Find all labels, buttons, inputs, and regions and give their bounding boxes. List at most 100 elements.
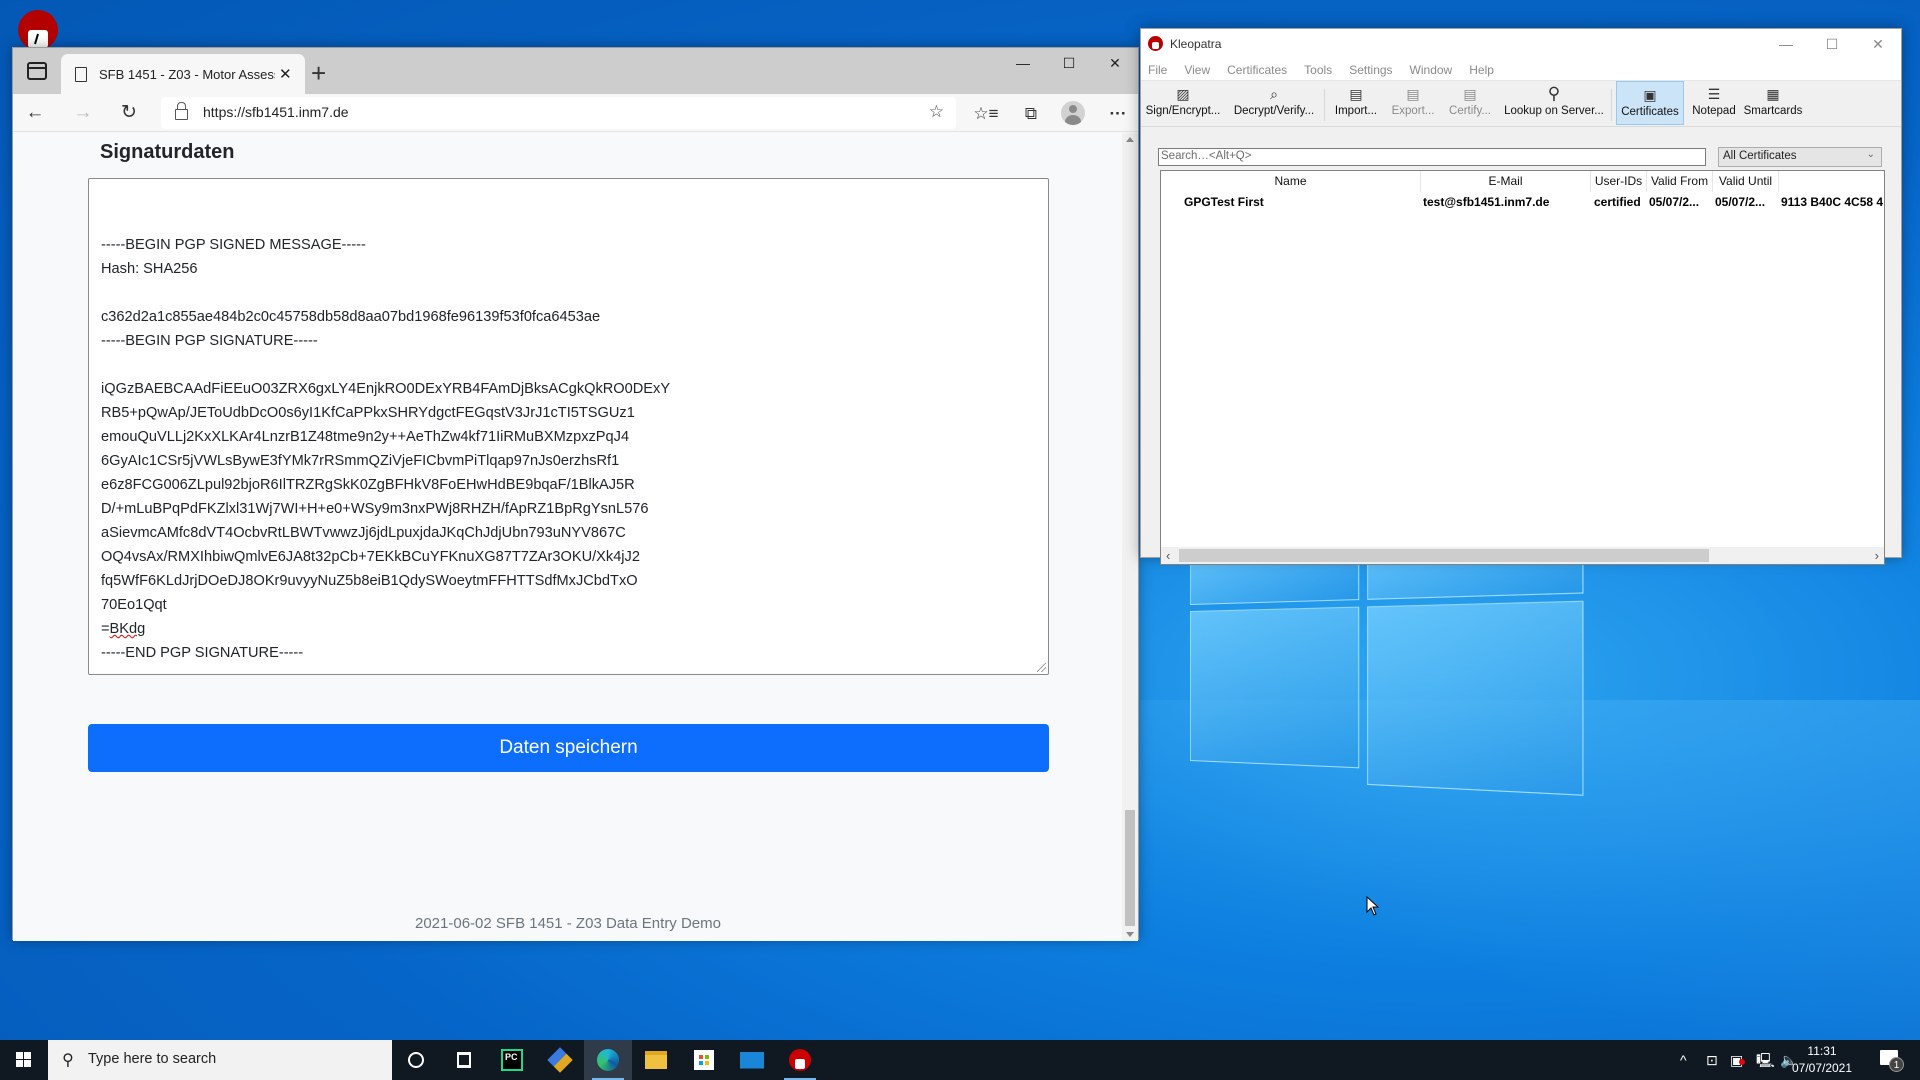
kleopatra-taskbar-app[interactable] [776,1040,824,1080]
filter-selected: All Certificates [1723,150,1797,162]
page-icon [75,66,87,82]
scroll-down-arrow[interactable] [1126,932,1134,937]
tab-close-icon[interactable]: ✕ [279,65,292,83]
menu-window[interactable]: Window [1408,59,1460,80]
signature-textarea[interactable]: -----BEGIN PGP SIGNED MESSAGE----- Hash: … [88,178,1049,675]
start-button[interactable] [0,1040,48,1080]
file-explorer-taskbar-app[interactable] [632,1040,680,1080]
menu-file[interactable]: File [1146,59,1174,80]
store-taskbar-app[interactable] [680,1040,728,1080]
import-button[interactable]: ▤ Import... [1331,81,1381,125]
scrollbar-thumb[interactable] [1125,810,1135,926]
kleo-minimize-button[interactable]: — [1763,29,1809,59]
column-valid-from[interactable]: Valid From [1647,171,1713,192]
favorites-icon[interactable]: ☆≡ [973,101,999,127]
new-tab-button[interactable]: + [311,58,326,89]
cell-key-id: 9113 B40C 4C58 4 [1781,195,1884,209]
export-button[interactable]: ▤ Export... [1388,81,1438,125]
url-text[interactable]: https://sfb1451.inm7.de [203,104,349,120]
task-view-button[interactable] [440,1040,488,1080]
address-bar[interactable]: https://sfb1451.inm7.de ☆ [161,97,956,129]
scroll-up-arrow[interactable] [1126,137,1134,142]
pycharm-taskbar-app[interactable]: PC [488,1040,536,1080]
taskbar: ⚲ Type here to search PC ^ ⊡ ▣ 🖳 🔈 11:31 [0,1040,1920,1080]
notification-center-icon[interactable]: 1 [1880,1050,1904,1072]
sign-encrypt-button[interactable]: ▨ Sign/Encrypt... [1144,81,1222,125]
windows-logo-wallpaper [1190,534,1584,800]
cell-user-ids: certified [1594,195,1641,209]
certify-button[interactable]: ▤ Certify... [1445,81,1495,125]
signature-line: 6GyAIc1CSr5jVWLsBywE3fYMk7rRSmmQZiVjeFIC… [101,453,620,469]
git-client-taskbar-app[interactable] [536,1040,584,1080]
certificate-table: ^ Name E-Mail User-IDs Valid From Valid … [1160,170,1885,565]
tab-actions-icon[interactable] [27,62,47,80]
minimize-button[interactable]: — [1000,48,1046,78]
clock-time: 11:31 [1807,1044,1837,1058]
column-email[interactable]: E-Mail [1421,171,1591,192]
profile-avatar[interactable] [1061,101,1085,125]
notepad-icon: ☰ [1707,86,1721,102]
task-view-icon [457,1052,471,1068]
pycharm-icon: PC [501,1049,523,1071]
search-icon: ⚲ [1547,84,1561,103]
show-hidden-icons[interactable]: ^ [1680,1040,1687,1080]
lookup-on-server-button[interactable]: ⚲ Lookup on Server... [1503,81,1605,125]
browser-window: SFB 1451 - Z03 - Motor Assessment ✕ + — … [12,47,1139,941]
certificate-icon: ▣ [1643,87,1657,103]
kleo-maximize-button[interactable]: ☐ [1809,29,1855,59]
page-scrollbar[interactable] [1122,133,1138,941]
kleo-close-button[interactable]: ✕ [1855,29,1901,59]
decrypt-verify-icon: ⌕ [1270,86,1278,102]
smartcard-icon: ▦ [1766,86,1780,102]
kleopatra-titlebar: Kleopatra — ☐ ✕ [1141,29,1901,59]
lock-icon[interactable] [175,102,188,120]
collections-icon[interactable]: ⧉ [1018,101,1044,127]
notepad-button[interactable]: ☰ Notepad [1689,81,1739,125]
scroll-left-arrow[interactable]: ‹ [1166,547,1170,564]
certificate-search-input[interactable]: Search…<Alt+Q> [1158,148,1706,166]
save-data-button[interactable]: Daten speichern [88,724,1049,772]
menu-help[interactable]: Help [1467,59,1501,80]
cell-valid-until: 05/07/2... [1715,195,1766,209]
column-key-id[interactable] [1779,171,1884,192]
decrypt-verify-button[interactable]: ⌕ Decrypt/Verify... [1230,81,1318,125]
close-button[interactable]: ✕ [1092,48,1138,78]
certificate-filter-select[interactable]: All Certificates ⌄ [1718,147,1882,167]
scroll-right-arrow[interactable]: › [1875,547,1879,564]
network-icon[interactable]: 🖳 [1756,1040,1775,1080]
mail-taskbar-app[interactable] [728,1040,776,1080]
menu-certificates[interactable]: Certificates [1225,59,1294,80]
checksum-value: BKdg [109,621,146,637]
signature-line: OQ4vsAx/RMXIhbiwQmlvE6JA8t32pCb+7EKkBCuY… [101,549,640,565]
browser-tab-active[interactable]: SFB 1451 - Z03 - Motor Assessment ✕ [61,54,305,94]
taskbar-clock[interactable]: 11:31 07/07/2021 [1777,1043,1867,1077]
remote-desktop-icon[interactable]: ▣ [1730,1040,1746,1080]
taskbar-search-box[interactable]: ⚲ Type here to search [48,1040,392,1080]
certificates-view-button[interactable]: ▣ Certificates [1616,81,1684,125]
smartcards-button[interactable]: ▦ Smartcards [1743,81,1803,125]
table-row[interactable]: GPGTest First test@sfb1451.inm7.de certi… [1161,192,1884,212]
menu-view[interactable]: View [1182,59,1217,80]
mouse-cursor [1366,896,1380,916]
kleopatra-desktop-icon[interactable] [16,8,60,50]
maximize-button[interactable]: ☐ [1046,48,1092,78]
resize-grip[interactable] [1037,663,1046,672]
refresh-button[interactable]: ↻ [115,99,143,127]
kleopatra-menubar: File View Certificates Tools Settings Wi… [1141,59,1901,81]
add-favorite-icon[interactable]: ☆ [929,102,944,122]
menu-settings[interactable]: Settings [1347,59,1399,80]
back-button[interactable]: ← [21,99,49,127]
horizontal-scrollbar[interactable]: ‹ › [1161,547,1884,564]
more-menu-icon[interactable]: ··· [1105,101,1131,127]
kleopatra-toolbar: ▨ Sign/Encrypt... ⌕ Decrypt/Verify... ▤ … [1141,81,1901,127]
column-name[interactable]: Name [1161,171,1421,192]
cell-email: test@sfb1451.inm7.de [1423,195,1550,209]
cortana-button[interactable] [392,1040,440,1080]
camera-icon[interactable]: ⊡ [1706,1040,1718,1080]
menu-tools[interactable]: Tools [1302,59,1339,80]
column-user-ids[interactable]: User-IDs [1591,171,1647,192]
edge-taskbar-app[interactable] [584,1040,632,1080]
hscroll-thumb[interactable] [1179,549,1709,562]
forward-button[interactable]: → [69,99,97,127]
column-valid-until[interactable]: Valid Until [1713,171,1779,192]
